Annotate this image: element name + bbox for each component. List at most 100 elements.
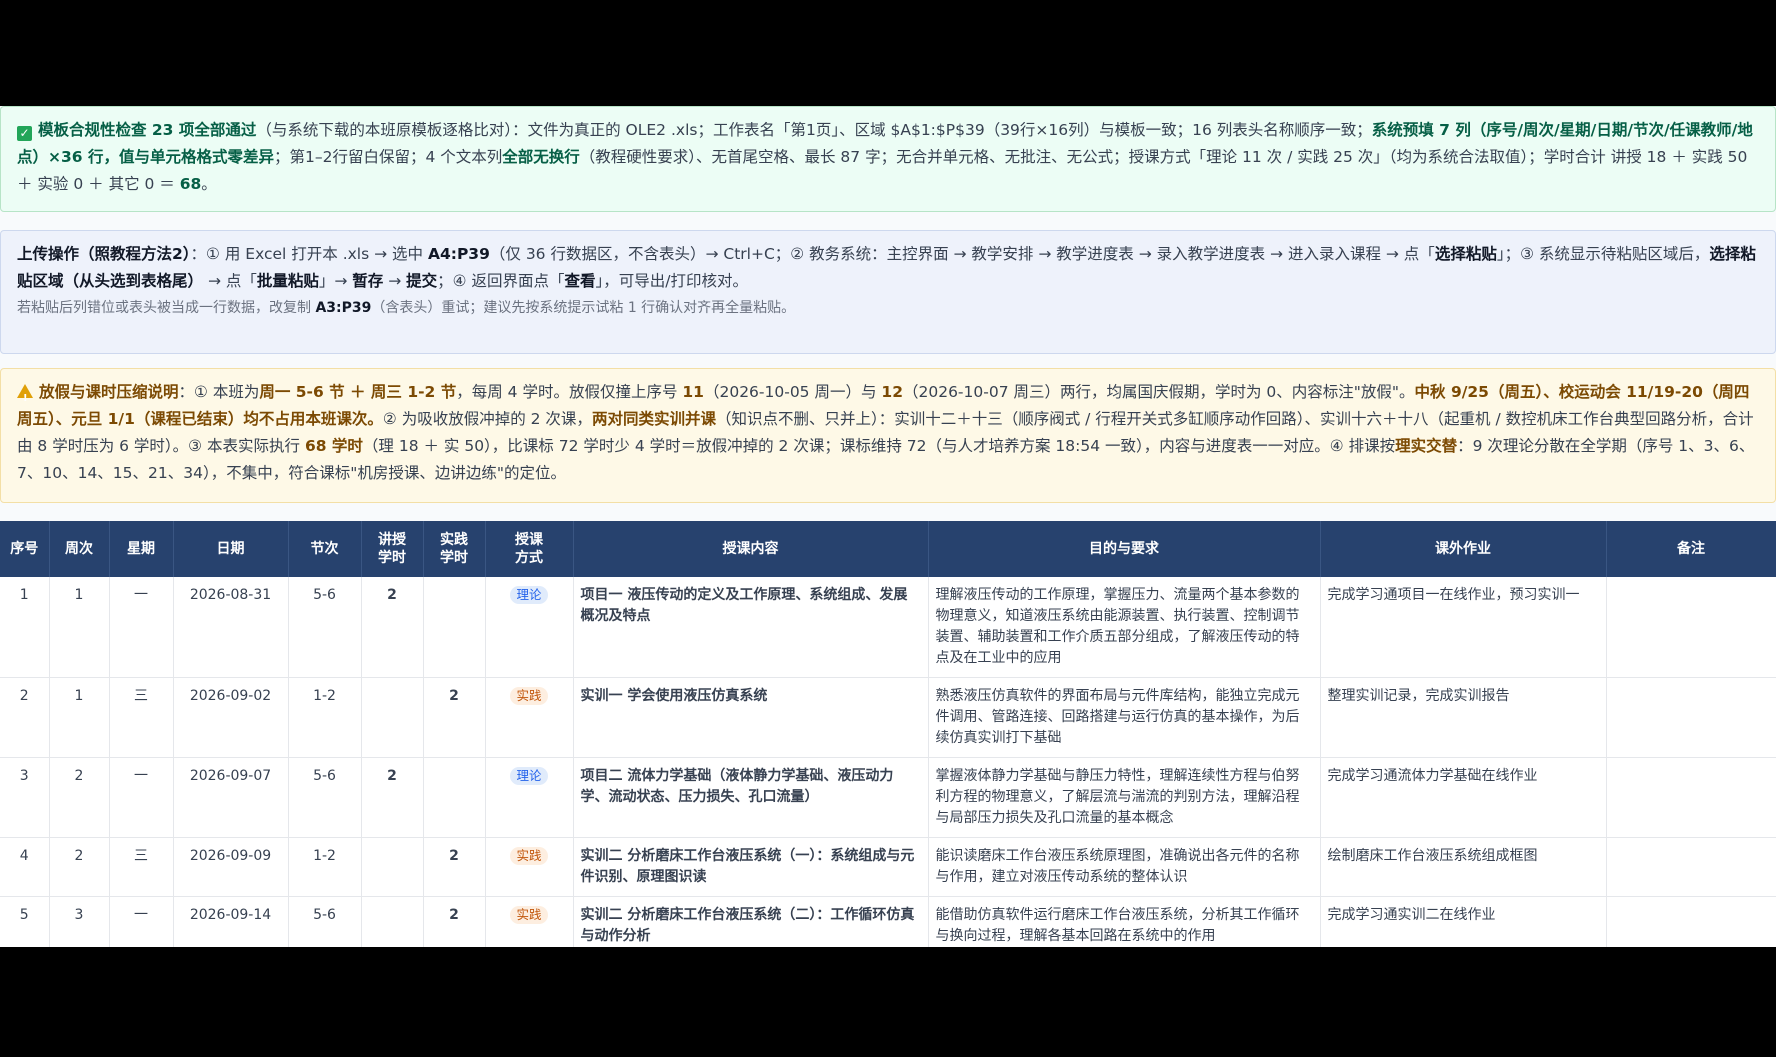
table-row[interactable]: 3 2 一 2026-09-07 5-6 2 理论 项目二 流体力学基础（液体静力学基础、液压… (0, 757, 1776, 838)
date-cell: 2026-08-31 (173, 577, 289, 678)
column-header: 课外作业 (1320, 521, 1607, 577)
goal-cell: 掌握液体静力学基础与静压力特性，理解连续性方程与伯努利方程的物理意义，了解层流与… (928, 757, 1321, 838)
upload-note: 若粘贴后列错位或表头被当成一行数据，改复制 A3:P39（含表头）重试；建议先按… (17, 300, 796, 316)
column-header: 授课内容 (573, 521, 929, 577)
column-header: 周次 (49, 521, 110, 577)
row-number: 2 (0, 677, 50, 758)
row-number: 1 (0, 577, 50, 678)
period-cell: 5-6 (288, 577, 362, 678)
lecture-hours-cell (361, 677, 424, 758)
week-cell: 1 (49, 577, 110, 678)
weekday-cell: 一 (109, 896, 174, 947)
mode-badge: 理论 (510, 767, 548, 785)
weekday-cell: 三 (109, 837, 174, 897)
row-number: 5 (0, 896, 50, 947)
period-cell: 5-6 (288, 757, 362, 838)
schedule-table: 序号 周次 星期 日期 节次 讲授 学时 实践 学时 授课 方式 授课内容 目的与要求 课外作业 备注 11… (0, 521, 1776, 947)
homework-cell: 绘制磨床工作台液压系统组成框图 (1320, 837, 1607, 897)
remark-cell (1606, 577, 1776, 678)
content-cell: 实训二 分析磨床工作台液压系统（一）：系统组成与元件识别、原理图识读 (573, 837, 929, 897)
warning-icon (17, 384, 33, 412)
column-header: 备注 (1606, 521, 1776, 577)
mode-badge: 实践 (510, 687, 548, 705)
homework-cell: 整理实训记录，完成实训报告 (1320, 677, 1607, 758)
compliance-bold: 全部无换行 (502, 148, 580, 166)
goal-cell: 能借助仿真软件运行磨床工作台液压系统，分析其工作循环与换向过程，理解各基本回路在… (928, 896, 1321, 947)
mode-badge: 实践 (510, 847, 548, 865)
practice-hours-cell: 2 (423, 896, 486, 947)
teaching-mode-cell: 实践 (485, 837, 574, 897)
practice-hours-cell: 2 (423, 837, 486, 897)
weekday-cell: 一 (109, 577, 174, 678)
lecture-hours-cell: 2 (361, 757, 424, 838)
column-header: 星期 (109, 521, 174, 577)
column-header: 序号 (0, 521, 50, 577)
date-cell: 2026-09-14 (173, 896, 289, 947)
mode-badge: 理论 (510, 586, 548, 604)
weekday-cell: 三 (109, 677, 174, 758)
remark-cell (1606, 896, 1776, 947)
teaching-mode-cell: 理论 (485, 757, 574, 838)
date-cell: 2026-09-07 (173, 757, 289, 838)
weekday-cell: 一 (109, 757, 174, 838)
column-header: 实践 学时 (423, 521, 486, 577)
column-header: 节次 (288, 521, 362, 577)
week-cell: 3 (49, 896, 110, 947)
upload-instructions: 上传操作（照教程方法2）：① 用 Excel 打开本 .xls → 选中 A4:… (0, 230, 1776, 354)
table-row[interactable]: 4 2 三 2026-09-09 1-2 2 实践 实训二 分析磨床工作台液压系统（一）：系统… (0, 837, 1776, 897)
table-row[interactable]: 5 3 一 2026-09-14 5-6 2 实践 实训二 分析磨床工作台液压系统（二）：工作… (0, 896, 1776, 947)
teaching-mode-cell: 实践 (485, 896, 574, 947)
content-cell: 项目二 流体力学基础（液体静力学基础、液压动力学、流动状态、压力损失、孔口流量） (573, 757, 929, 838)
lecture-hours-cell (361, 837, 424, 897)
lecture-hours-cell (361, 896, 424, 947)
practice-hours-cell: 2 (423, 677, 486, 758)
column-header: 讲授 学时 (361, 521, 424, 577)
week-cell: 2 (49, 837, 110, 897)
period-cell: 1-2 (288, 837, 362, 897)
practice-hours-cell (423, 757, 486, 838)
check-icon: ✓ (17, 126, 32, 141)
compliance-total: 68 (179, 175, 202, 193)
content-cell: 实训一 学会使用液压仿真系统 (573, 677, 929, 758)
column-header: 目的与要求 (928, 521, 1321, 577)
date-cell: 2026-09-02 (173, 677, 289, 758)
teaching-mode-cell: 实践 (485, 677, 574, 758)
compliance-banner: ✓ 模板合规性检查 23 项全部通过（与系统下载的本班原模板逐格比对）：文件为真正… (0, 106, 1776, 212)
date-cell: 2026-09-09 (173, 837, 289, 897)
column-header: 授课 方式 (485, 521, 574, 577)
compliance-text: ；第1–2行留白保留；4 个文本列 (273, 148, 503, 166)
column-header: 日期 (173, 521, 289, 577)
week-cell: 2 (49, 757, 110, 838)
table-row[interactable]: 1 1 一 2026-08-31 5-6 2 理论 项目一 液压传动的定义及工作原理、系统组成… (0, 577, 1776, 678)
period-cell: 5-6 (288, 896, 362, 947)
mode-badge: 实践 (510, 906, 548, 924)
week-cell: 1 (49, 677, 110, 758)
compliance-text: （与系统下载的本班原模板逐格比对）：文件为真正的 OLE2 .xls；工作表名「… (256, 121, 1372, 139)
upload-title: 上传操作（照教程方法2） (17, 245, 191, 263)
content-cell: 实训二 分析磨床工作台液压系统（二）：工作循环仿真与动作分析 (573, 896, 929, 947)
period-cell: 1-2 (288, 677, 362, 758)
goal-cell: 理解液压传动的工作原理，掌握压力、流量两个基本参数的物理意义，知道液压系统由能源… (928, 577, 1321, 678)
compliance-title: 模板合规性检查 23 项全部通过 (38, 121, 257, 139)
content-cell: 项目一 液压传动的定义及工作原理、系统组成、发展概况及特点 (573, 577, 929, 678)
lecture-hours-cell: 2 (361, 577, 424, 678)
remark-cell (1606, 837, 1776, 897)
remark-cell (1606, 757, 1776, 838)
table-row[interactable]: 2 1 三 2026-09-02 1-2 2 实践 实训一 学会使用液压仿真系统 熟悉液压仿真软… (0, 677, 1776, 758)
remark-cell (1606, 677, 1776, 758)
page-frame: ✓ 模板合规性检查 23 项全部通过（与系统下载的本班原模板逐格比对）：文件为真正… (0, 106, 1776, 947)
teaching-mode-cell: 理论 (485, 577, 574, 678)
homework-cell: 完成学习通实训二在线作业 (1320, 896, 1607, 947)
row-number: 3 (0, 757, 50, 838)
holiday-notice: 放假与课时压缩说明：① 本班为周一 5-6 节 ＋ 周三 1-2 节，每周 4 … (0, 368, 1776, 503)
goal-cell: 熟悉液压仿真软件的界面布局与元件库结构，能独立完成元件调用、管路连接、回路搭建与… (928, 677, 1321, 758)
goal-cell: 能识读磨床工作台液压系统原理图，准确说出各元件的名称与作用，建立对液压传动系统的… (928, 837, 1321, 897)
homework-cell: 完成学习通项目一在线作业，预习实训一 (1320, 577, 1607, 678)
holiday-title: 放假与课时压缩说明 (39, 383, 179, 401)
row-number: 4 (0, 837, 50, 897)
homework-cell: 完成学习通流体力学基础在线作业 (1320, 757, 1607, 838)
upload-steps: 上传操作（照教程方法2）：① 用 Excel 打开本 .xls → 选中 A4:… (17, 245, 1756, 290)
practice-hours-cell (423, 577, 486, 678)
compliance-text: 。 (201, 175, 217, 193)
table-header-row: 序号 周次 星期 日期 节次 讲授 学时 实践 学时 授课 方式 授课内容 目的与要求 课外作业 备注 (0, 521, 1776, 577)
